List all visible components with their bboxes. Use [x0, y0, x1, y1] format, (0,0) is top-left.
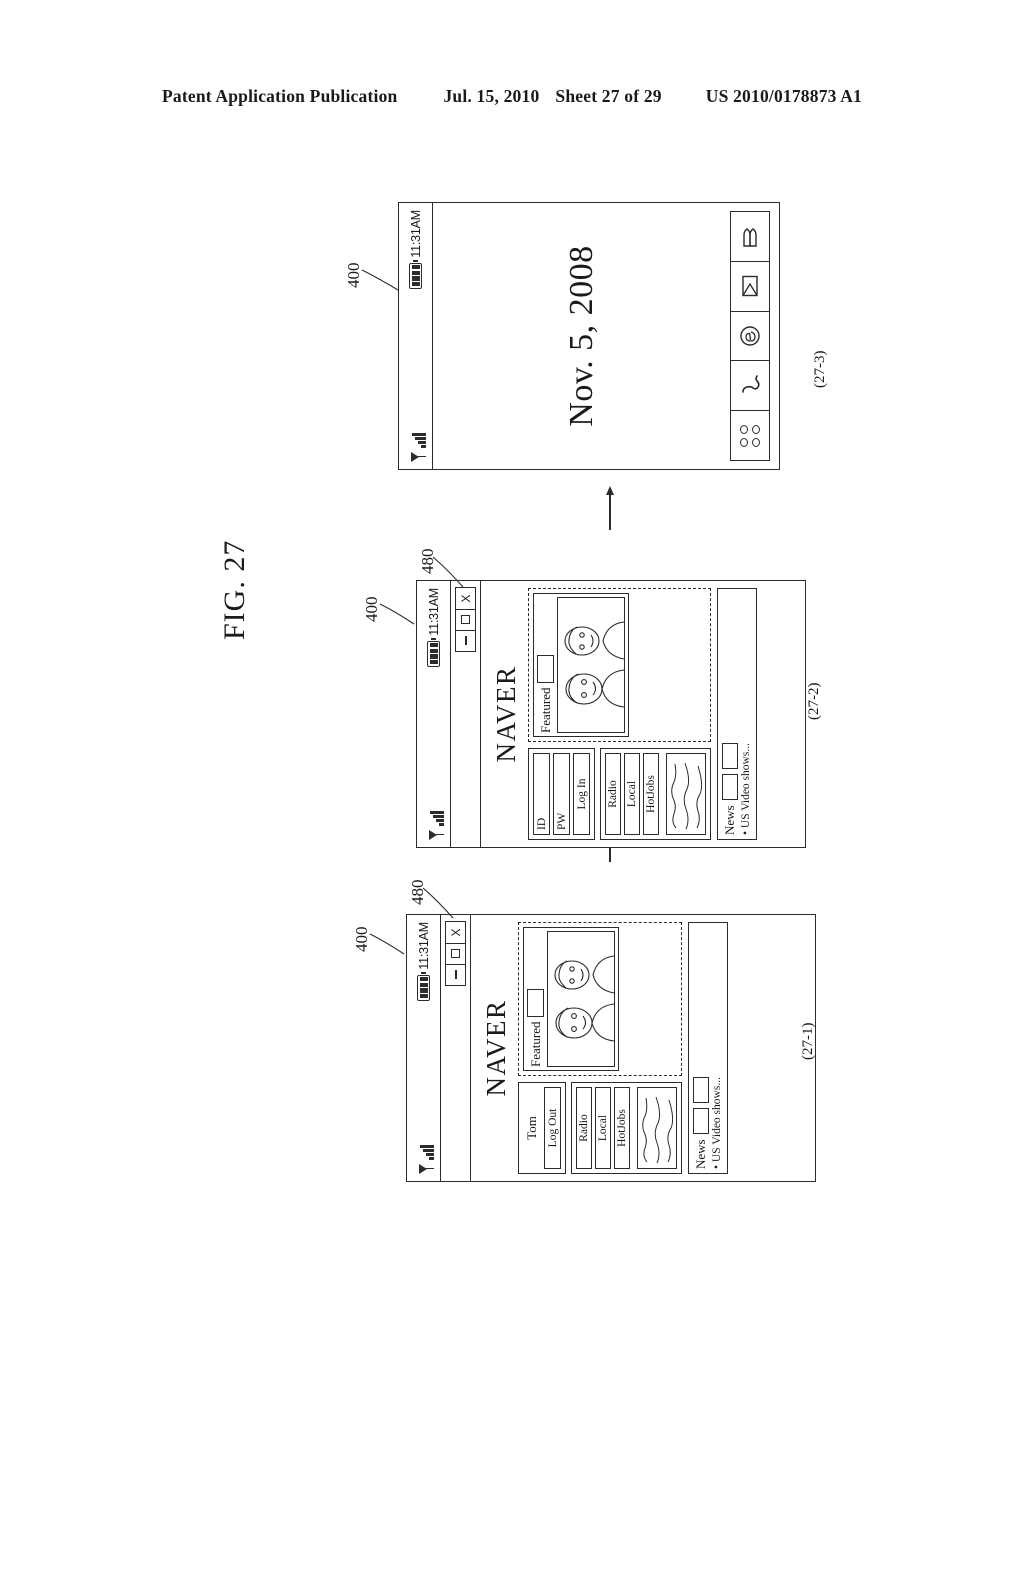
- sheet-number: Sheet 27 of 29: [555, 86, 662, 106]
- device-panel-27-2: 11:31AM X NAVER ID PW Log In Radio Local…: [416, 580, 806, 1238]
- news-item[interactable]: • US Video shows...: [711, 927, 723, 1169]
- leader-line-400-3: [361, 269, 399, 291]
- caption-27-3: (27-3): [812, 350, 828, 389]
- status-bar: 11:31AM: [399, 203, 433, 469]
- signal-indicator: [406, 433, 426, 462]
- publication-date: Jul. 15, 2010: [443, 86, 540, 106]
- battery-icon: [409, 262, 422, 289]
- status-clock: 11:31AM: [408, 210, 423, 258]
- leader-line-400-1: [369, 933, 405, 955]
- figure-label: FIG. 27: [218, 539, 251, 640]
- icon-dock: [730, 211, 770, 461]
- news-section: News • US Video shows...: [688, 922, 728, 1174]
- patent-drawing-page: Patent Application Publication Jul. 15, …: [0, 0, 1024, 1320]
- news-slot-2[interactable]: [722, 743, 738, 770]
- envelope-message-icon[interactable]: [731, 260, 769, 311]
- idle-date-display: Nov. 5, 2008: [562, 245, 600, 427]
- browser-e-icon[interactable]: [731, 310, 769, 361]
- caption-27-2: (27-2): [806, 682, 822, 721]
- news-label: News: [693, 1139, 708, 1169]
- signal-bars-icon: [410, 433, 426, 448]
- phone-handset-icon[interactable]: [731, 360, 769, 411]
- news-section: News • US Video shows...: [717, 588, 757, 840]
- idle-screen: Nov. 5, 2008: [433, 203, 779, 469]
- device-panel-27-1: 11:31AM X NAVER Tom Log Out Radio Local …: [406, 914, 816, 1592]
- news-item[interactable]: • US Video shows...: [740, 593, 752, 835]
- thumbnail-strip[interactable]: [666, 753, 706, 835]
- publication-title: Patent Application Publication: [161, 86, 398, 106]
- news-slot-2[interactable]: [693, 1077, 709, 1104]
- publication-header: Patent Application Publication Jul. 15, …: [0, 86, 1024, 107]
- news-label: News: [722, 805, 737, 835]
- device-panel-27-3: 11:31AM Nov. 5, 2008: [398, 202, 780, 852]
- news-slot[interactable]: [722, 774, 738, 801]
- antenna-signal-icon: [411, 451, 426, 462]
- flag-bookmark-icon[interactable]: [731, 212, 769, 261]
- status-right: 11:31AM: [409, 210, 423, 289]
- patent-number: US 2010/0178873 A1: [705, 86, 863, 106]
- mobile-device: 11:31AM Nov. 5, 2008: [398, 202, 780, 470]
- caption-27-1: (27-1): [800, 1022, 816, 1061]
- news-slot[interactable]: [693, 1108, 709, 1135]
- menu-grid-icon[interactable]: [731, 410, 769, 460]
